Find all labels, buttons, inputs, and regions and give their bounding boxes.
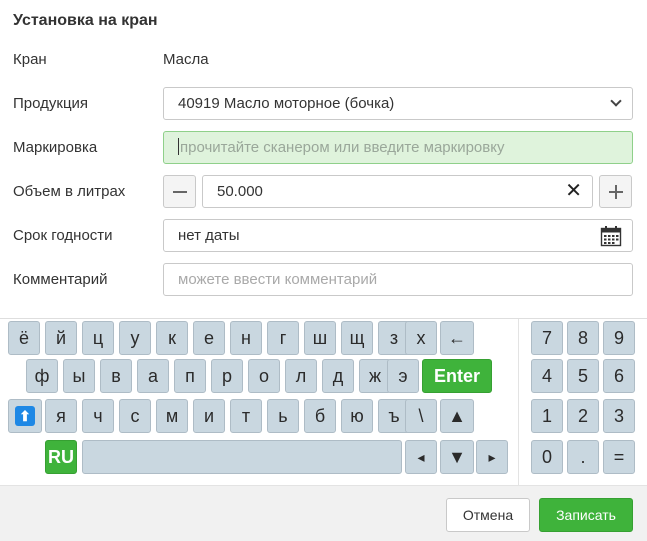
numpad-key[interactable]: 2 bbox=[567, 399, 599, 433]
key[interactable]: \ bbox=[405, 399, 437, 433]
shift-key[interactable]: ⬆ bbox=[8, 399, 42, 433]
comment-input[interactable]: можете ввести комментарий bbox=[163, 263, 633, 296]
key[interactable]: ч bbox=[82, 399, 114, 433]
key[interactable]: а bbox=[137, 359, 169, 393]
calendar-icon[interactable] bbox=[600, 225, 622, 247]
numpad-key[interactable]: 6 bbox=[603, 359, 635, 393]
product-select[interactable]: 40919 Масло моторное (бочка) bbox=[163, 87, 633, 120]
key[interactable]: ь bbox=[267, 399, 299, 433]
key[interactable]: э bbox=[387, 359, 419, 393]
arrow-down-key[interactable]: ▼ bbox=[440, 440, 474, 474]
enter-key[interactable]: Enter bbox=[422, 359, 492, 393]
expiry-value: нет даты bbox=[178, 227, 240, 244]
keyboard-divider bbox=[518, 319, 519, 486]
key[interactable]: ю bbox=[341, 399, 373, 433]
key[interactable]: о bbox=[248, 359, 280, 393]
key[interactable]: л bbox=[285, 359, 317, 393]
arrow-left-key[interactable]: ◂ bbox=[405, 440, 437, 474]
clear-icon[interactable]: ✕ bbox=[565, 176, 582, 207]
key[interactable]: в bbox=[100, 359, 132, 393]
key[interactable]: и bbox=[193, 399, 225, 433]
crane-value: Масла bbox=[163, 51, 209, 68]
key[interactable]: т bbox=[230, 399, 262, 433]
key[interactable]: е bbox=[193, 321, 225, 355]
dialog-title: Установка на кран bbox=[13, 12, 158, 29]
numpad-key[interactable]: = bbox=[603, 440, 635, 474]
key[interactable]: г bbox=[267, 321, 299, 355]
product-select-value: 40919 Масло моторное (бочка) bbox=[178, 95, 395, 112]
key[interactable]: й bbox=[45, 321, 77, 355]
key[interactable]: ф bbox=[26, 359, 58, 393]
key[interactable]: ы bbox=[63, 359, 95, 393]
volume-label: Объем в литрах bbox=[13, 183, 126, 200]
comment-label: Комментарий bbox=[13, 271, 108, 288]
on-screen-keyboard: ё й ц у к е н г ш щ з х ← ф ы в а п р о … bbox=[0, 318, 647, 486]
expiry-date-input[interactable]: нет даты bbox=[163, 219, 633, 252]
numpad-key[interactable]: 0 bbox=[531, 440, 563, 474]
marking-input[interactable]: прочитайте сканером или введите маркиров… bbox=[163, 131, 633, 164]
expiry-label: Срок годности bbox=[13, 227, 113, 244]
numpad-key[interactable]: 4 bbox=[531, 359, 563, 393]
key[interactable]: р bbox=[211, 359, 243, 393]
numpad-key[interactable]: 3 bbox=[603, 399, 635, 433]
key[interactable]: м bbox=[156, 399, 188, 433]
numpad-key[interactable]: 5 bbox=[567, 359, 599, 393]
text-caret bbox=[178, 138, 179, 155]
key[interactable]: у bbox=[119, 321, 151, 355]
numpad-key[interactable]: . bbox=[567, 440, 599, 474]
key[interactable]: к bbox=[156, 321, 188, 355]
numpad-key[interactable]: 8 bbox=[567, 321, 599, 355]
comment-placeholder: можете ввести комментарий bbox=[178, 271, 378, 288]
minus-icon bbox=[173, 191, 187, 193]
dialog-footer: Отмена Записать bbox=[0, 485, 647, 541]
key[interactable]: ш bbox=[304, 321, 336, 355]
volume-value: 50.000 bbox=[217, 183, 263, 200]
marking-label: Маркировка bbox=[13, 139, 98, 156]
key[interactable]: п bbox=[174, 359, 206, 393]
volume-increment-button[interactable] bbox=[599, 175, 632, 208]
chevron-down-icon bbox=[610, 95, 622, 107]
key[interactable]: ё bbox=[8, 321, 40, 355]
key[interactable]: щ bbox=[341, 321, 373, 355]
key[interactable]: н bbox=[230, 321, 262, 355]
volume-input[interactable]: 50.000 ✕ bbox=[202, 175, 593, 208]
language-key[interactable]: RU bbox=[45, 440, 77, 474]
key[interactable]: х bbox=[405, 321, 437, 355]
arrow-up-key[interactable]: ▲ bbox=[440, 399, 474, 433]
key[interactable]: я bbox=[45, 399, 77, 433]
arrow-right-key[interactable]: ▸ bbox=[476, 440, 508, 474]
cancel-button[interactable]: Отмена bbox=[446, 498, 530, 532]
marking-placeholder: прочитайте сканером или введите маркиров… bbox=[180, 139, 505, 156]
shift-arrow-icon: ⬆ bbox=[15, 406, 35, 426]
numpad-key[interactable]: 1 bbox=[531, 399, 563, 433]
backspace-key[interactable]: ← bbox=[440, 321, 474, 355]
numpad-key[interactable]: 9 bbox=[603, 321, 635, 355]
key[interactable]: б bbox=[304, 399, 336, 433]
key[interactable]: с bbox=[119, 399, 151, 433]
product-label: Продукция bbox=[13, 95, 89, 112]
volume-decrement-button[interactable] bbox=[163, 175, 196, 208]
key[interactable]: ц bbox=[82, 321, 114, 355]
key[interactable]: д bbox=[322, 359, 354, 393]
space-key[interactable] bbox=[82, 440, 402, 474]
crane-label: Кран bbox=[13, 51, 47, 68]
numpad-key[interactable]: 7 bbox=[531, 321, 563, 355]
save-button[interactable]: Записать bbox=[539, 498, 633, 532]
